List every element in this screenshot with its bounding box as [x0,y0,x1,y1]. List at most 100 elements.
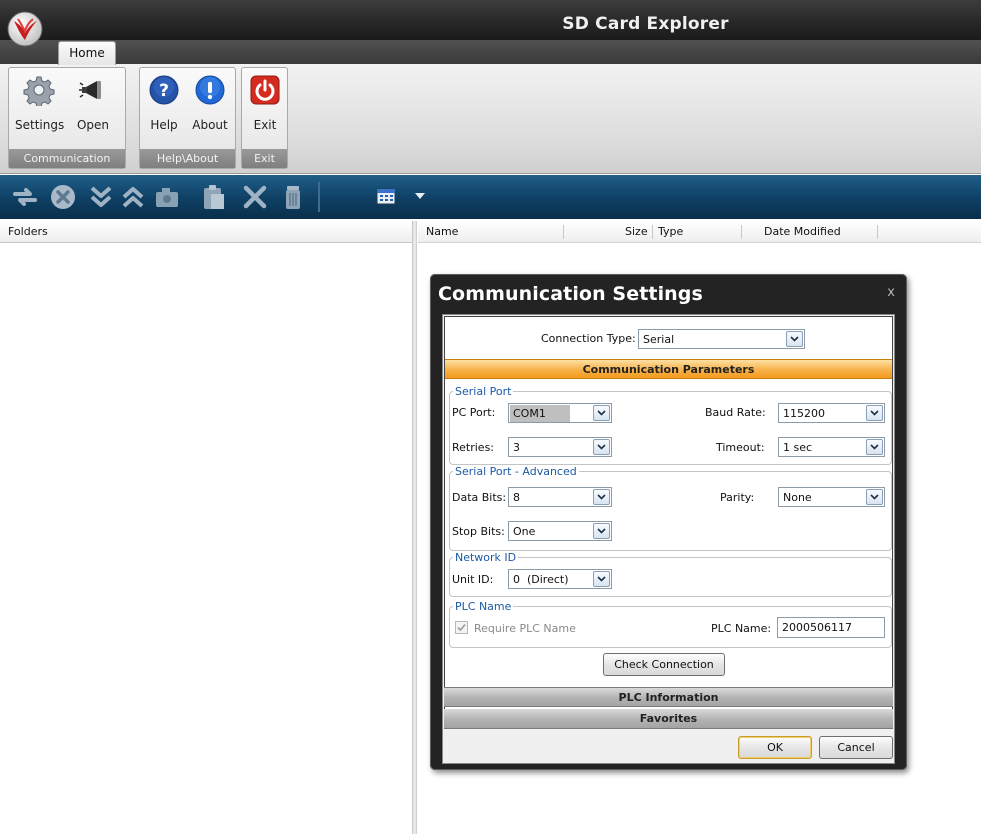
chevron-down-icon[interactable] [866,405,883,421]
require-plc-name-checkbox[interactable] [455,621,468,634]
plc-name-value: 2000506117 [782,621,852,634]
column-divider[interactable] [652,225,653,239]
chevron-down-icon[interactable] [593,405,610,421]
ribbon-group-exit: Exit Exit [241,67,288,169]
dialog-title: Communication Settings [438,283,703,305]
pane-splitter[interactable] [413,221,417,834]
serial-port-advanced-legend: Serial Port - Advanced [453,465,579,478]
column-header-name[interactable]: Name [426,221,458,243]
open-label: Open [76,118,110,132]
download-icon[interactable] [86,182,116,212]
serial-port-legend: Serial Port [453,385,514,398]
app-logo-icon[interactable] [7,11,43,47]
connection-type-select[interactable]: Serial [638,329,805,349]
section-favorites[interactable]: Favorites [444,709,893,729]
ribbon: Settings Open Communication ? Help About… [0,64,981,174]
ribbon-group-communication: Settings Open Communication [8,67,126,169]
plc-name-label: PLC Name: [711,622,772,635]
ribbon-group-label: Help\About [140,149,235,168]
timeout-select[interactable]: 1 sec [778,437,885,457]
about-button[interactable]: About [186,74,234,132]
chevron-down-icon[interactable] [593,439,610,455]
ok-button[interactable]: OK [738,736,812,759]
baud-rate-value: 115200 [783,407,825,420]
plc-name-legend: PLC Name [453,600,514,613]
pc-port-label: PC Port: [452,406,496,419]
dropdown-arrow-icon[interactable] [414,192,426,200]
chevron-down-icon[interactable] [866,439,883,455]
tab-home[interactable]: Home [58,41,116,65]
column-header-type[interactable]: Type [658,221,683,243]
stop-bits-select[interactable]: One [508,521,612,541]
camera-icon[interactable] [152,182,182,212]
help-icon: ? [148,74,180,106]
stop-bits-value: One [513,525,536,538]
section-communication-parameters[interactable]: Communication Parameters [445,359,892,379]
app-title: SD Card Explorer [562,14,729,34]
svg-text:?: ? [159,81,169,101]
baud-rate-label: Baud Rate: [705,406,766,419]
pc-port-select[interactable]: COM1 [508,403,612,423]
stop-bits-label: Stop Bits: [452,525,505,538]
parity-label: Parity: [720,491,755,504]
settings-button[interactable]: Settings [15,74,65,132]
require-plc-name-label: Require PLC Name [474,622,576,635]
ribbon-group-label: Communication [9,149,125,168]
connection-type-value: Serial [643,333,675,346]
ribbon-group-help-about: ? Help About Help\About [139,67,236,169]
settings-label: Settings [15,118,65,132]
stop-icon[interactable] [48,182,78,212]
retries-select[interactable]: 3 [508,437,612,457]
exit-button[interactable]: Exit [241,74,289,132]
folders-pane[interactable]: Folders [0,221,413,834]
info-icon [194,74,226,106]
paste-icon[interactable] [198,182,228,212]
close-icon[interactable]: x [887,285,895,300]
chevron-down-icon[interactable] [593,523,610,539]
section-plc-information[interactable]: PLC Information [444,687,893,707]
unit-id-value: 0 (Direct) [513,573,569,586]
power-icon [249,74,281,106]
retries-label: Retries: [452,441,495,454]
megaphone-icon [77,74,109,106]
help-label: Help [150,118,178,132]
folders-header: Folders [0,221,412,243]
column-divider[interactable] [741,225,742,239]
delete-icon[interactable] [240,182,270,212]
column-header-size[interactable]: Size [625,221,648,243]
chevron-down-icon[interactable] [593,489,610,505]
files-list-header: Name Size Type Date Modified [418,221,981,243]
column-divider[interactable] [877,225,878,239]
timeout-value: 1 sec [783,441,813,454]
chevron-down-icon[interactable] [593,571,610,587]
upload-icon[interactable] [118,182,148,212]
column-header-date-modified[interactable]: Date Modified [764,221,841,243]
dialog-body: Connection Type: Serial Communication Pa… [442,314,895,764]
unit-id-select[interactable]: 0 (Direct) [508,569,612,589]
help-button[interactable]: ? Help [140,74,188,132]
column-divider[interactable] [563,225,564,239]
network-id-legend: Network ID [453,551,519,564]
refresh-icon[interactable] [10,182,40,212]
unit-id-label: Unit ID: [452,573,494,586]
data-bits-select[interactable]: 8 [508,487,612,507]
ribbon-group-label: Exit [242,149,287,168]
gear-icon [23,74,55,106]
open-button[interactable]: Open [69,74,117,132]
plc-name-field[interactable]: 2000506117 [777,617,885,638]
pc-port-value: COM1 [510,405,570,422]
parity-select[interactable]: None [778,487,885,507]
check-connection-button[interactable]: Check Connection [603,653,725,676]
chevron-down-icon[interactable] [786,331,803,347]
data-bits-label: Data Bits: [452,491,507,504]
trash-icon[interactable] [278,182,308,212]
communication-settings-dialog: Communication Settings x Connection Type… [430,274,907,770]
explorer-toolbar [0,175,981,219]
cancel-button[interactable]: Cancel [819,736,893,759]
exit-label: Exit [253,118,277,132]
timeout-label: Timeout: [716,441,765,454]
chevron-down-icon[interactable] [866,489,883,505]
connection-type-label: Connection Type: [541,332,636,345]
baud-rate-select[interactable]: 115200 [778,403,885,423]
view-options-icon[interactable] [376,186,396,208]
